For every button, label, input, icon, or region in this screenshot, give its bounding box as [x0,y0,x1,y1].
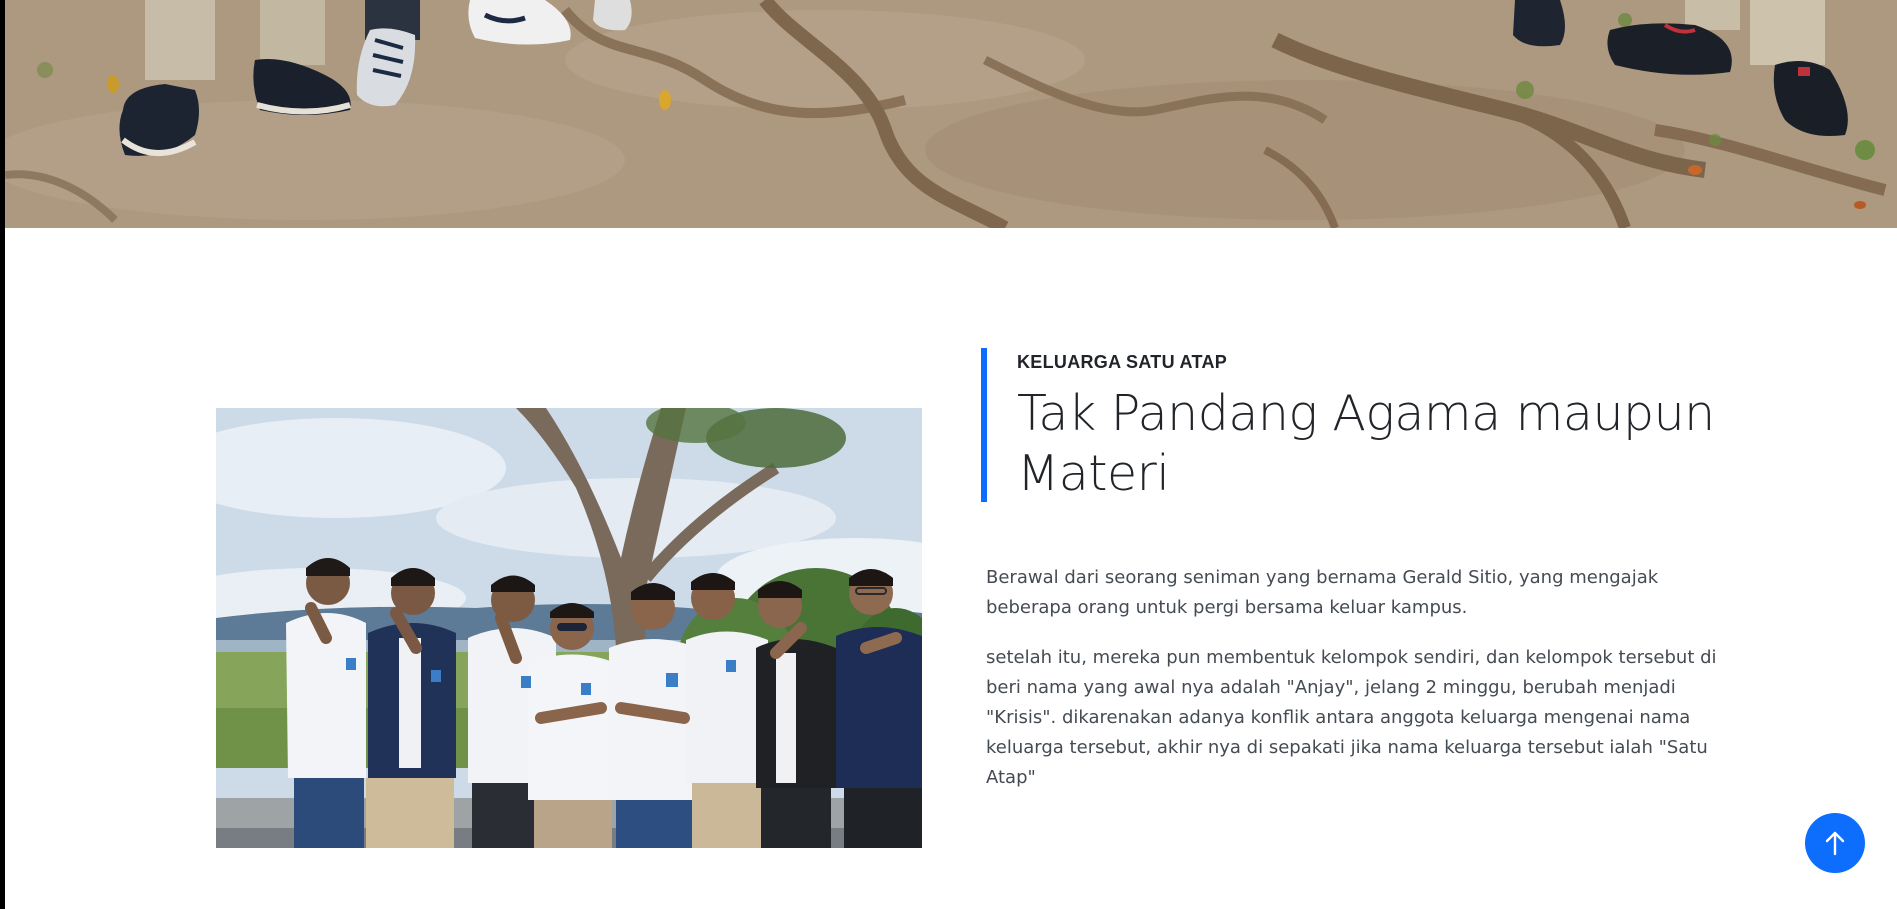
section-body: Berawal dari seorang seniman yang bernam… [986,563,1746,813]
body-paragraph-1: Berawal dari seorang seniman yang bernam… [986,567,1659,618]
section-title: Tak Pandang Agama maupun Materi [1017,385,1715,502]
page: KELUARGA SATU ATAP Tak Pandang Agama mau… [5,0,1897,909]
section-subtitle: KELUARGA SATU ATAP [1017,352,1228,372]
back-to-top-button[interactable] [1805,813,1865,873]
hero-image [5,0,1897,228]
arrow-up-icon [1824,830,1846,856]
group-photo [216,408,922,848]
section-heading: KELUARGA SATU ATAP Tak Pandang Agama mau… [981,348,1741,502]
body-paragraph-2: setelah itu, mereka pun membentuk kelomp… [986,647,1717,788]
